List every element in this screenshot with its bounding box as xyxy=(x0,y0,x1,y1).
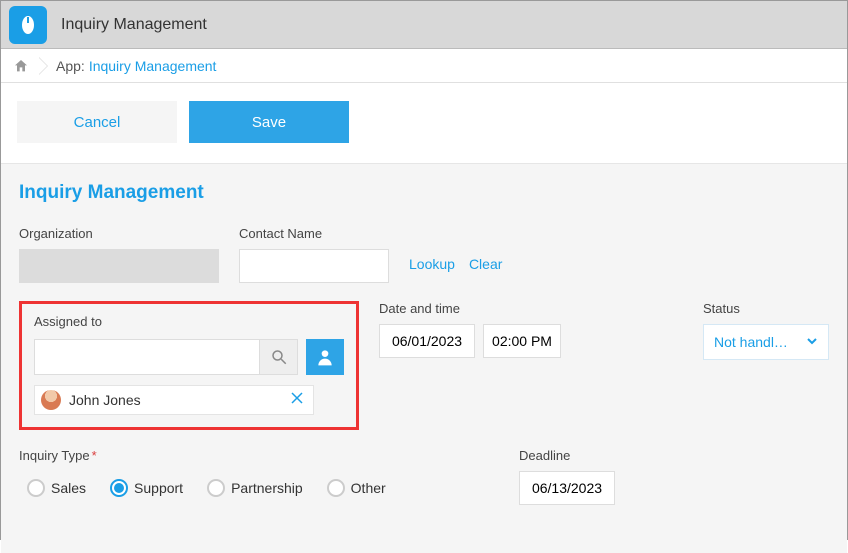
radio-partnership[interactable]: Partnership xyxy=(207,479,303,497)
organization-input[interactable] xyxy=(19,249,219,283)
radio-support[interactable]: Support xyxy=(110,479,183,497)
mouse-icon xyxy=(16,13,40,37)
radio-icon xyxy=(27,479,45,497)
close-icon xyxy=(291,392,303,404)
org-picker-button[interactable] xyxy=(306,339,344,375)
clear-link[interactable]: Clear xyxy=(469,256,502,272)
breadcrumb-separator xyxy=(39,57,48,75)
form-title: Inquiry Management xyxy=(19,182,829,204)
app-logo xyxy=(9,6,47,44)
assigned-search-wrap xyxy=(34,339,298,375)
avatar xyxy=(41,390,61,410)
assigned-to-section: Assigned to John Jones xyxy=(19,301,359,430)
status-label: Status xyxy=(703,301,829,316)
search-icon xyxy=(270,348,288,366)
contact-field: Contact Name xyxy=(239,226,389,283)
radio-label: Sales xyxy=(51,480,86,496)
status-field: Status Not handl… xyxy=(703,301,829,360)
inquiry-type-field: Inquiry Type* Sales Support Partnership xyxy=(19,448,479,505)
form-area: Inquiry Management Organization Contact … xyxy=(1,163,847,553)
required-mark: * xyxy=(92,448,97,463)
title-bar: Inquiry Management xyxy=(1,1,847,49)
contact-input[interactable] xyxy=(239,249,389,283)
save-button[interactable]: Save xyxy=(189,101,349,143)
remove-user-button[interactable] xyxy=(287,391,307,409)
chevron-down-icon xyxy=(806,334,818,350)
assigned-label: Assigned to xyxy=(34,314,344,329)
organization-field: Organization xyxy=(19,226,219,283)
status-select[interactable]: Not handl… xyxy=(703,324,829,360)
deadline-input[interactable] xyxy=(519,471,615,505)
breadcrumb-app-link[interactable]: Inquiry Management xyxy=(89,58,217,74)
action-bar: Cancel Save xyxy=(1,83,847,163)
person-icon xyxy=(315,347,335,367)
deadline-field: Deadline xyxy=(519,448,615,505)
breadcrumb-app-label: App: xyxy=(56,58,85,74)
assigned-search-button[interactable] xyxy=(259,340,297,374)
contact-actions: Lookup Clear xyxy=(409,247,502,281)
inquiry-type-options: Sales Support Partnership Other xyxy=(19,471,479,505)
datetime-field: Date and time xyxy=(379,301,561,358)
radio-label: Partnership xyxy=(231,480,303,496)
deadline-label: Deadline xyxy=(519,448,615,463)
radio-icon xyxy=(327,479,345,497)
radio-sales[interactable]: Sales xyxy=(27,479,86,497)
organization-label: Organization xyxy=(19,226,219,241)
inquiry-type-label: Inquiry Type* xyxy=(19,448,479,463)
assigned-search-input[interactable] xyxy=(35,340,259,374)
cancel-button[interactable]: Cancel xyxy=(17,101,177,143)
status-value: Not handl… xyxy=(714,334,788,350)
breadcrumb: App: Inquiry Management xyxy=(1,49,847,83)
radio-label: Other xyxy=(351,480,386,496)
assigned-user-name: John Jones xyxy=(69,392,287,408)
assigned-user-chip: John Jones xyxy=(34,385,314,415)
app-title: Inquiry Management xyxy=(61,16,207,34)
datetime-label: Date and time xyxy=(379,301,561,316)
radio-icon xyxy=(110,479,128,497)
time-input[interactable] xyxy=(483,324,561,358)
lookup-link[interactable]: Lookup xyxy=(409,256,455,272)
radio-label: Support xyxy=(134,480,183,496)
date-input[interactable] xyxy=(379,324,475,358)
home-icon[interactable] xyxy=(13,58,29,74)
contact-label: Contact Name xyxy=(239,226,389,241)
radio-icon xyxy=(207,479,225,497)
radio-other[interactable]: Other xyxy=(327,479,386,497)
